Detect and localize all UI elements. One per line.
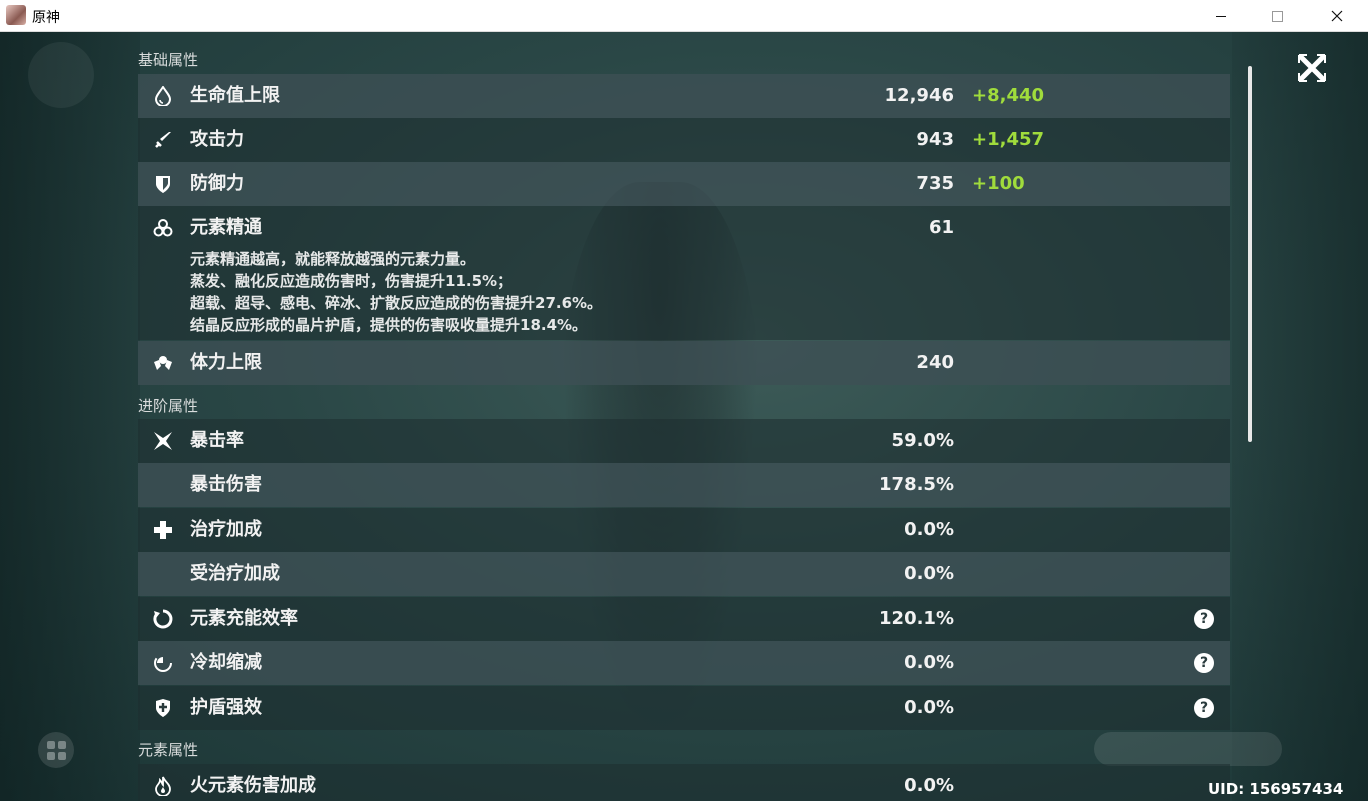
description-line: 结晶反应形成的晶片护盾，提供的伤害吸收量提升18.4%。	[190, 316, 588, 334]
section-header-advanced: 进阶属性	[138, 397, 199, 415]
shield-icon	[152, 173, 174, 195]
close-window-button[interactable]	[1314, 0, 1360, 32]
stat-label: 火元素伤害加成	[190, 775, 316, 796]
game-viewport: 基础属性 生命值上限 12,946 +8,440 攻击力 943 +1,457 …	[0, 32, 1368, 801]
stat-row-cooldown: 冷却缩减 0.0% ?	[138, 641, 1230, 685]
stat-label: 元素充能效率	[190, 608, 298, 629]
stat-value: 0.0%	[904, 697, 954, 718]
stat-value: 120.1%	[879, 608, 954, 629]
help-button[interactable]: ?	[1194, 653, 1214, 673]
stat-label: 受治疗加成	[190, 563, 280, 584]
help-button[interactable]: ?	[1194, 609, 1214, 629]
healing-cross-icon	[152, 519, 174, 541]
window-titlebar: 原神	[0, 0, 1368, 32]
help-button[interactable]: ?	[1194, 698, 1214, 718]
window-title: 原神	[32, 10, 60, 26]
stat-label: 防御力	[190, 173, 244, 194]
stat-bonus: +8,440	[972, 85, 1045, 106]
attributes-panel: 基础属性 生命值上限 12,946 +8,440 攻击力 943 +1,457 …	[138, 32, 1230, 801]
stat-bonus: +1,457	[972, 129, 1045, 150]
minimize-button[interactable]	[1198, 0, 1244, 32]
stat-row-pyro-dmg: 火元素伤害加成 0.0%	[138, 764, 1230, 801]
stat-bonus: +100	[972, 173, 1025, 194]
stat-row-crit-dmg: 暴击伤害 178.5%	[138, 463, 1230, 507]
app-icon	[6, 5, 26, 25]
stat-value: 0.0%	[904, 775, 954, 796]
stamina-icon	[152, 352, 174, 374]
background-side-menu	[0, 32, 140, 801]
shield-strength-icon	[152, 697, 174, 719]
section-header-basic: 基础属性	[138, 51, 199, 69]
stat-row-hp: 生命值上限 12,946 +8,440	[138, 74, 1230, 118]
background-character-info	[1232, 32, 1368, 801]
description-line: 超载、超导、感电、碎冰、扩散反应造成的伤害提升27.6%。	[190, 294, 603, 312]
pyro-flame-icon	[152, 775, 174, 797]
stat-value: 0.0%	[904, 563, 954, 584]
stat-label: 生命值上限	[190, 85, 280, 106]
stat-row-incoming-healing: 受治疗加成 0.0%	[138, 552, 1230, 596]
stat-label: 体力上限	[190, 352, 262, 373]
stat-row-mastery: 元素精通 61 元素精通越高，就能释放越强的元素力量。 蒸发、融化反应造成伤害时…	[138, 206, 1230, 340]
background-grid-button	[38, 732, 74, 768]
stat-row-shield-strength: 护盾强效 0.0% ?	[138, 686, 1230, 730]
close-icon	[1298, 54, 1326, 82]
stat-row-stamina: 体力上限 240	[138, 341, 1230, 385]
stat-label: 冷却缩减	[190, 652, 262, 673]
stat-value: 943	[916, 129, 954, 150]
stat-row-crit-rate: 暴击率 59.0%	[138, 419, 1230, 463]
stat-value: 240	[916, 352, 954, 373]
stat-label: 暴击伤害	[190, 474, 262, 495]
stat-value: 0.0%	[904, 652, 954, 673]
stat-value: 178.5%	[879, 474, 954, 495]
grid-icon	[46, 740, 66, 760]
section-header-elemental: 元素属性	[138, 741, 199, 759]
hp-drop-icon	[152, 85, 174, 107]
cooldown-icon	[152, 652, 174, 674]
stat-row-def: 防御力 735 +100	[138, 162, 1230, 206]
crit-star-icon	[152, 430, 174, 452]
stat-label: 暴击率	[190, 430, 244, 451]
stat-label: 治疗加成	[190, 519, 262, 540]
stat-row-energy-recharge: 元素充能效率 120.1% ?	[138, 597, 1230, 641]
mastery-description: 元素精通越高，就能释放越强的元素力量。 蒸发、融化反应造成伤害时，伤害提升11.…	[190, 248, 602, 336]
stat-label: 攻击力	[190, 129, 244, 150]
stat-value: 59.0%	[891, 430, 954, 451]
close-icon	[1331, 10, 1343, 22]
description-line: 元素精通越高，就能释放越强的元素力量。	[190, 250, 476, 268]
panel-scrollbar[interactable]	[1248, 66, 1252, 442]
maximize-button[interactable]	[1254, 0, 1300, 32]
stat-value: 61	[928, 217, 954, 238]
energy-recharge-icon	[152, 608, 174, 630]
stat-value: 0.0%	[904, 519, 954, 540]
close-panel-button[interactable]	[1296, 52, 1328, 84]
stat-value: 12,946	[884, 85, 954, 106]
stat-value: 735	[916, 173, 954, 194]
stat-label: 元素精通	[190, 217, 262, 238]
description-line: 蒸发、融化反应造成伤害时，伤害提升11.5%；	[190, 272, 513, 290]
stat-row-healing-bonus: 治疗加成 0.0%	[138, 508, 1230, 552]
sword-icon	[152, 129, 174, 151]
uid-label: UID: 156957434	[1208, 780, 1344, 798]
stat-row-atk: 攻击力 943 +1,457	[138, 118, 1230, 162]
background-element-emblem	[28, 42, 94, 108]
stat-label: 护盾强效	[190, 697, 262, 718]
elemental-mastery-icon	[152, 217, 174, 239]
